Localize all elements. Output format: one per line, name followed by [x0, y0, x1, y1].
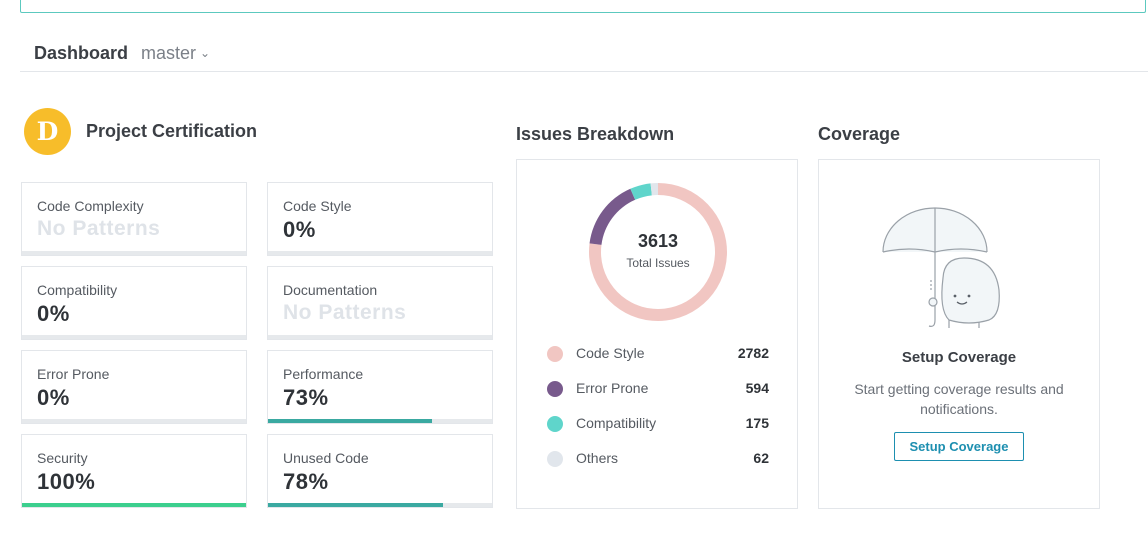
header-box: [20, 0, 1146, 13]
coverage-panel: Setup Coverage Start getting coverage re…: [818, 159, 1100, 509]
card-label: Code Complexity: [37, 198, 144, 214]
card-value: No Patterns: [283, 301, 407, 324]
issues-panel: 3613 Total Issues Code Style 2782 Error Pr…: [516, 159, 798, 509]
card-label: Security: [37, 450, 88, 466]
legend-dot-icon: [547, 346, 563, 362]
branch-name[interactable]: master: [141, 43, 196, 63]
setup-coverage-heading: Setup Coverage: [901, 349, 1017, 366]
sub-navigation: Dashboard master ⌄: [20, 40, 1148, 72]
card-value: 73%: [283, 385, 329, 410]
setup-coverage-button[interactable]: Setup Coverage: [894, 432, 1024, 461]
certification-card[interactable]: Error Prone 0%: [21, 350, 247, 424]
card-value: 0%: [283, 217, 316, 242]
legend-count: 2782: [737, 345, 769, 361]
total-issues-label: Total Issues: [626, 256, 690, 270]
setup-coverage-description: Start getting coverage results and notif…: [854, 381, 1064, 417]
card-value: 0%: [37, 301, 70, 326]
card-value: No Patterns: [37, 217, 161, 240]
progress-bar: [268, 251, 492, 255]
legend-count: 594: [745, 380, 769, 396]
certification-card[interactable]: Security 100%: [21, 434, 247, 508]
certification-card[interactable]: Unused Code 78%: [267, 434, 493, 508]
card-value: 78%: [283, 469, 329, 494]
progress-bar: [268, 503, 492, 507]
certification-card[interactable]: Performance 73%: [267, 350, 493, 424]
page-title: Dashboard: [34, 43, 129, 63]
legend-item: Compatibility 175: [547, 414, 769, 434]
legend-label: Error Prone: [576, 380, 649, 396]
certification-card[interactable]: Documentation No Patterns: [267, 266, 493, 340]
card-label: Unused Code: [283, 450, 369, 466]
total-issues-count: 3613: [637, 231, 679, 251]
legend-item: Error Prone 594: [547, 379, 769, 399]
progress-bar: [22, 419, 246, 423]
card-label: Performance: [283, 366, 364, 382]
card-value: 0%: [37, 385, 70, 410]
card-label: Code Style: [283, 198, 352, 214]
progress-bar: [22, 503, 246, 507]
legend-dot-icon: [547, 416, 563, 432]
legend-dot-icon: [547, 451, 563, 467]
legend-count: 62: [753, 450, 769, 466]
card-label: Error Prone: [37, 366, 110, 382]
progress-bar: [22, 251, 246, 255]
progress-bar: [268, 335, 492, 339]
certification-title: Project Certification: [86, 121, 258, 141]
card-value: 100%: [37, 469, 96, 494]
legend-count: 175: [745, 415, 769, 431]
progress-fill: [268, 503, 443, 507]
branch-selector[interactable]: master ⌄: [141, 43, 210, 64]
certification-card[interactable]: Compatibility 0%: [21, 266, 247, 340]
certification-card[interactable]: Code Complexity No Patterns: [21, 182, 247, 256]
card-label: Documentation: [283, 282, 378, 298]
coverage-title: Coverage: [818, 124, 901, 144]
legend-item: Others 62: [547, 449, 769, 469]
umbrella-illustration-icon: [882, 207, 1000, 328]
donut-slice-others: [650, 183, 658, 196]
legend-item: Code Style 2782: [547, 344, 769, 364]
legend-label: Others: [576, 450, 619, 466]
chevron-down-icon[interactable]: ⌄: [200, 46, 210, 60]
progress-fill: [22, 503, 246, 507]
progress-fill: [268, 419, 432, 423]
legend-dot-icon: [547, 381, 563, 397]
card-label: Compatibility: [37, 282, 118, 298]
issues-breakdown-title: Issues Breakdown: [516, 124, 675, 144]
legend-label: Compatibility: [576, 415, 657, 431]
grade-badge: D: [24, 108, 71, 155]
legend-label: Code Style: [576, 345, 645, 361]
progress-bar: [268, 419, 492, 423]
certification-card[interactable]: Code Style 0%: [267, 182, 493, 256]
progress-bar: [22, 335, 246, 339]
